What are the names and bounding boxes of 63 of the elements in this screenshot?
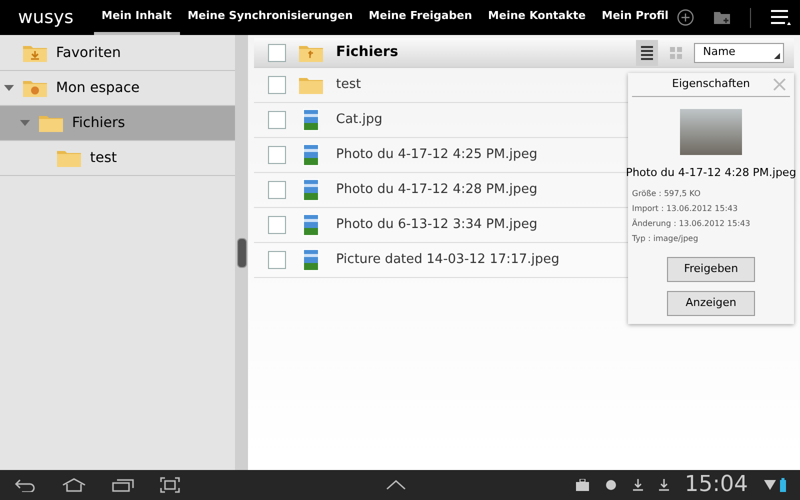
home-icon[interactable] [62,478,86,492]
sort-dropdown[interactable]: Name [694,42,784,62]
tree-label: Favoriten [56,44,121,62]
property-text: Änderung : 13.06.2012 15:43 [632,218,750,230]
file-name: Photo du 6-13-12 3:34 PM.jpeg [336,216,538,234]
checkbox[interactable] [268,216,286,234]
photo-placeholder [680,109,742,155]
folder-icon [38,113,64,133]
image-file-icon [303,109,319,131]
screenshot-icon[interactable] [160,477,180,493]
briefcase-icon [576,479,589,491]
new-folder-icon[interactable] [714,11,730,24]
tree-label: test [90,148,117,168]
folder-icon [56,148,82,168]
clock: 15:04 [684,474,748,496]
file-name: Photo du 4-17-12 4:28 PM.jpeg [336,181,538,200]
image-file-icon [303,179,319,201]
popup-title: Eigenschaften [672,76,750,92]
image-file-icon [303,249,319,271]
logo: wusys [17,6,75,30]
menu-icon[interactable] [770,9,791,26]
download-icon [632,479,643,491]
wifi-icon [764,478,776,492]
property-text: Größe : 597,5 KO [632,188,702,200]
checkbox[interactable] [268,44,286,62]
checkbox[interactable] [268,251,286,269]
folder-title: Fichiers [336,43,398,62]
file-name: Cat.jpg [336,111,382,130]
checkbox[interactable] [268,146,286,164]
splitter-handle-icon[interactable] [236,238,246,268]
splitter[interactable] [235,35,248,470]
tree-label: Fichiers [72,114,126,132]
expand-arrow-icon[interactable] [20,120,30,126]
checkbox[interactable] [268,111,286,129]
folder-icon [22,43,48,63]
battery-icon [780,478,786,492]
recent-apps-icon[interactable] [112,478,134,492]
download-icon [658,479,669,491]
image-file-icon [303,144,319,166]
folder-icon [22,78,48,98]
checkbox[interactable] [268,181,286,199]
back-icon[interactable] [14,478,36,492]
nav-tab[interactable]: Meine Kontakte [480,0,594,35]
nav-tab[interactable]: Meine Freigaben [360,0,480,35]
nav-tab[interactable]: Meine Synchronisierungen [180,0,361,35]
tree-item[interactable]: Favoriten [0,36,235,71]
list-view-icon[interactable] [636,40,658,66]
file-name: Photo du 4-17-12 4:25 PM.jpeg [336,146,538,164]
nav-tab[interactable]: Mein Profil [594,0,677,35]
checkbox[interactable] [268,76,286,94]
image-file-icon [303,214,319,236]
expand-arrow-icon[interactable] [4,85,14,91]
chevron-up-icon[interactable] [386,480,406,490]
add-icon[interactable] [676,9,694,26]
action-button[interactable]: Freigeben [667,256,755,282]
tree-label: Mon espace [56,78,140,98]
tree-item[interactable]: test [0,141,235,176]
folder-icon [298,75,324,95]
tree-item[interactable]: Fichiers [0,106,235,141]
property-text: Typ : image/jpeg [632,232,700,244]
action-button[interactable]: Anzeigen [667,290,755,316]
file-name: test [336,76,361,94]
file-name: Picture dated 14-03-12 17:17.jpeg [336,251,560,270]
